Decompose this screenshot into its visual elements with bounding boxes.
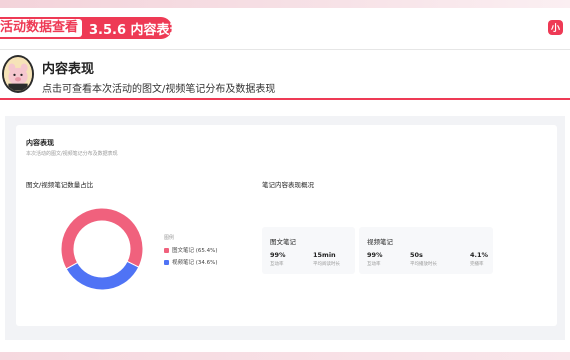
stat-card-video: 视频笔记 99% 互动率 50s 平均播放时长 4.1% 完播率	[359, 227, 493, 274]
stat-card-image: 图文笔记 99% 互动率 15min 平均阅读时长	[262, 227, 355, 274]
mascot-avatar	[2, 55, 34, 93]
chart-title: 图文/视频笔记数量占比	[26, 181, 94, 189]
stat-video-completion-caption: 完播率	[470, 262, 484, 267]
legend-item-video[interactable]: 视频笔记 (34.6%)	[164, 258, 218, 266]
legend-item-image[interactable]: 图文笔记 (65.4%)	[164, 246, 218, 254]
legend-label-video: 视频笔记 (34.6%)	[172, 260, 218, 266]
header-tag-section: 活动数据查看	[0, 19, 83, 37]
card-title: 内容表现	[26, 139, 54, 147]
overview-title: 笔记内容表现概况	[262, 181, 314, 189]
stat-image-interaction-caption: 互动率	[270, 262, 284, 267]
stat-video-playtime-value: 50s	[410, 251, 423, 259]
legend-title: 图例	[164, 235, 175, 241]
donut-slice-image[interactable]	[60, 207, 144, 270]
mascot-icon	[4, 57, 32, 91]
brand-logo-icon: 小	[544, 14, 570, 40]
legend-swatch-image	[164, 247, 169, 253]
stat-video-completion-value: 4.1%	[470, 251, 489, 259]
bottom-decor-stripe	[0, 352, 570, 360]
stat-video-label: 视频笔记	[367, 238, 393, 246]
stat-image-interaction-value: 99%	[270, 251, 286, 259]
header-tag: 活动数据查看 3.5.6 内容表现	[0, 17, 183, 39]
header-divider	[0, 49, 570, 50]
page-title: 内容表现	[42, 62, 95, 77]
brand-logo-text: 小	[548, 19, 564, 35]
top-decor-stripe	[0, 0, 570, 8]
stat-video-interaction-caption: 互动率	[367, 262, 381, 267]
stat-image-readtime-caption: 平均阅读时长	[313, 262, 340, 267]
accent-divider	[0, 98, 570, 100]
donut-chart[interactable]	[60, 207, 144, 291]
stat-image-readtime-value: 15min	[313, 251, 336, 259]
stat-video-interaction-value: 99%	[367, 251, 383, 259]
header-tag-page: 3.5.6 内容表现	[89, 22, 183, 38]
page-description: 点击可查看本次活动的图文/视频笔记分布及数据表现	[42, 84, 276, 95]
card-subtitle: 本次活动的图文/视频笔记分布及数据表现	[26, 151, 118, 157]
legend-label-image: 图文笔记 (65.4%)	[172, 248, 218, 254]
stat-video-playtime-caption: 平均播放时长	[410, 262, 437, 267]
stat-image-label: 图文笔记	[270, 238, 296, 246]
donut-slice-video[interactable]	[65, 260, 140, 291]
legend-swatch-video	[164, 259, 169, 265]
